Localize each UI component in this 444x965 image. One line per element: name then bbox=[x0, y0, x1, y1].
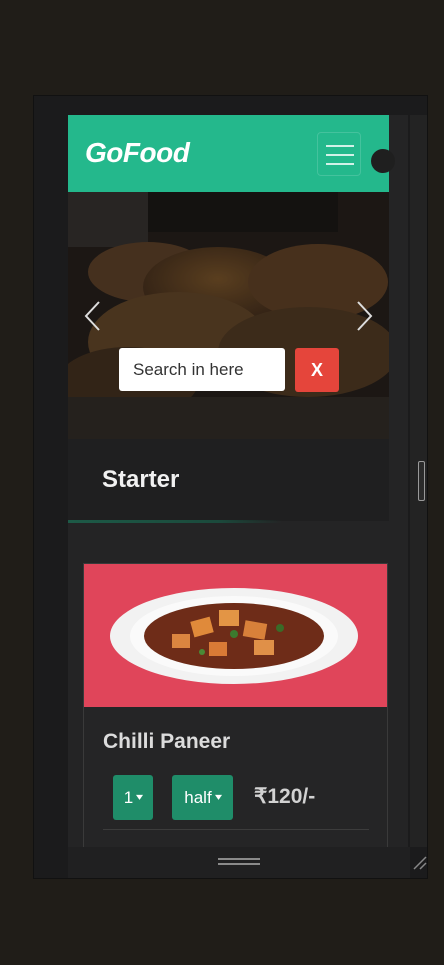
chevron-down-icon: ▾ bbox=[214, 792, 222, 803]
quantity-value: 1 bbox=[123, 787, 134, 807]
food-card: Chilli Paneer 1 ▾ half ▾ ₹120/- bbox=[83, 563, 388, 847]
chevron-left-icon bbox=[84, 301, 100, 331]
scrollbar-thumb[interactable] bbox=[418, 461, 425, 501]
size-value: half bbox=[184, 787, 212, 807]
chilli-paneer-image bbox=[84, 564, 387, 707]
theme-toggle[interactable] bbox=[371, 149, 395, 173]
carousel-prev-button[interactable] bbox=[81, 298, 105, 334]
navbar: GoFood bbox=[68, 115, 389, 192]
chevron-down-icon: ▾ bbox=[136, 792, 144, 803]
croissant-image bbox=[68, 192, 389, 439]
size-select[interactable]: half ▾ bbox=[172, 775, 233, 820]
mobile-viewport: GoFood Search in here X Starter Chilli P… bbox=[68, 115, 408, 847]
brand-logo[interactable]: GoFood bbox=[85, 137, 190, 169]
hamburger-icon[interactable] bbox=[317, 132, 361, 176]
chevron-right-icon bbox=[357, 301, 373, 331]
category-title: Starter bbox=[102, 466, 180, 493]
quantity-select[interactable]: 1 ▾ bbox=[113, 775, 153, 820]
carousel-next-button[interactable] bbox=[352, 298, 376, 334]
drag-handle-icon[interactable] bbox=[218, 857, 260, 867]
search-input[interactable] bbox=[119, 348, 285, 391]
resize-handle-icon[interactable] bbox=[412, 855, 428, 871]
price-label: ₹120/- bbox=[254, 785, 316, 808]
hero-carousel: X bbox=[68, 192, 389, 439]
clear-search-button[interactable]: X bbox=[295, 348, 339, 392]
category-header: Starter bbox=[68, 439, 389, 521]
card-divider bbox=[103, 829, 369, 830]
category-divider bbox=[68, 520, 282, 523]
food-name: Chilli Paneer bbox=[103, 730, 231, 753]
